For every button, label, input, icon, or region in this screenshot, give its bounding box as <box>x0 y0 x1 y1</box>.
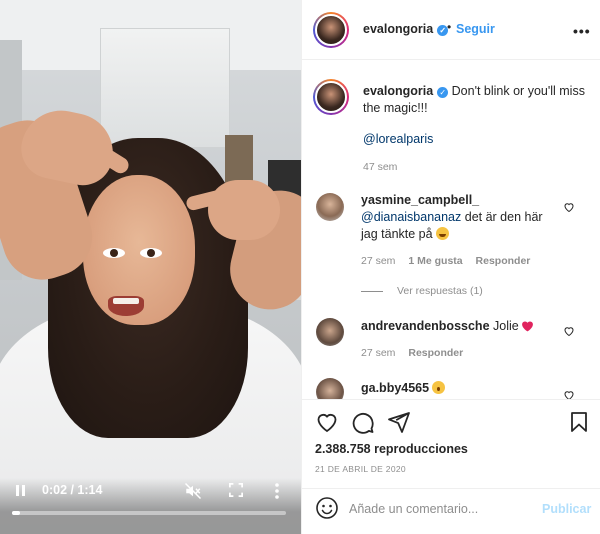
comment-timestamp[interactable]: 27 sem <box>361 255 395 267</box>
view-replies-button[interactable]: Ver respuestas (1) <box>397 285 483 297</box>
comment-meta: 27 sem 1 Me gusta Responder <box>361 255 530 267</box>
author-username-text: evalongoria <box>363 22 434 36</box>
comment-mention-link[interactable]: @dianaisbananaz <box>361 210 461 224</box>
video-player[interactable]: 0:02 / 1:14 <box>0 0 301 534</box>
comment-body: Jolie <box>493 319 519 333</box>
author-avatar[interactable] <box>313 12 349 48</box>
comment-text: andrevandenbossche Jolie <box>361 318 557 335</box>
video-progress-bar[interactable] <box>12 511 286 515</box>
mute-icon[interactable] <box>184 482 202 500</box>
commenter-avatar[interactable] <box>316 318 344 346</box>
comment-icon[interactable] <box>351 410 375 434</box>
comment-text: ga.bby4565 <box>361 380 446 397</box>
view-count[interactable]: 2.388.758 reproducciones <box>315 442 468 456</box>
comment-input[interactable] <box>349 499 529 519</box>
heart-icon-clip <box>563 389 575 399</box>
commenter-avatar[interactable] <box>316 378 344 399</box>
share-icon[interactable] <box>387 410 411 434</box>
fullscreen-icon[interactable] <box>229 483 243 497</box>
header-separator: • <box>447 20 452 34</box>
bookmark-icon[interactable] <box>567 410 591 434</box>
emoji-icon[interactable] <box>315 496 339 520</box>
commenter-avatar[interactable] <box>316 193 344 221</box>
comment-username[interactable]: andrevandenbossche <box>361 319 490 333</box>
comment-likes[interactable]: 1 Me gusta <box>408 255 462 267</box>
caption-avatar[interactable] <box>313 79 349 115</box>
replies-divider <box>361 291 383 292</box>
heart-icon[interactable] <box>563 201 575 213</box>
comment-meta: 27 sem Responder <box>361 347 463 359</box>
comment-text: yasmine_campbell_ @dianaisbananaz det är… <box>361 192 557 243</box>
heart-icon[interactable] <box>315 410 339 434</box>
follow-button[interactable]: Seguir <box>456 22 495 36</box>
surprised-face-emoji <box>432 381 446 394</box>
caption-username[interactable]: evalongoria <box>363 84 433 98</box>
caption-text: evalongoria ✓ Don't blink or you'll miss … <box>363 83 585 117</box>
video-frame-right-eye <box>140 248 162 258</box>
red-heart-emoji <box>521 321 533 332</box>
verified-icon: ✓ <box>437 87 449 98</box>
more-horizontal-icon[interactable]: ••• <box>573 23 591 39</box>
publish-button[interactable]: Publicar <box>542 502 591 516</box>
comment-username[interactable]: yasmine_campbell_ <box>361 193 479 207</box>
comment-reply-button[interactable]: Responder <box>408 347 463 359</box>
author-username[interactable]: evalongoria ✓ <box>363 22 449 36</box>
pause-icon[interactable] <box>14 484 28 498</box>
caption-mention-link[interactable]: @lorealparis <box>363 131 433 148</box>
instagram-post-modal: 0:02 / 1:14 evalongoria ✓ • Seguir ••• ev… <box>0 0 600 534</box>
more-vertical-icon[interactable] <box>271 482 283 500</box>
caption-timestamp[interactable]: 47 sem <box>363 161 397 173</box>
video-frame-left-eye <box>103 248 125 258</box>
video-time-display: 0:02 / 1:14 <box>42 483 103 497</box>
comment-reply-button[interactable]: Responder <box>476 255 531 267</box>
video-frame-cabinet <box>100 28 230 148</box>
grinning-face-emoji <box>435 227 449 240</box>
comment-timestamp[interactable]: 27 sem <box>361 347 395 359</box>
heart-icon[interactable] <box>563 389 575 399</box>
commenter-avatar-clip <box>316 378 344 399</box>
heart-icon[interactable] <box>563 325 575 337</box>
video-frame-mouth <box>108 296 144 316</box>
post-date[interactable]: 21 DE ABRIL DE 2020 <box>315 464 406 474</box>
video-progress-fill <box>12 511 21 515</box>
comment-username[interactable]: ga.bby4565 <box>361 381 429 395</box>
